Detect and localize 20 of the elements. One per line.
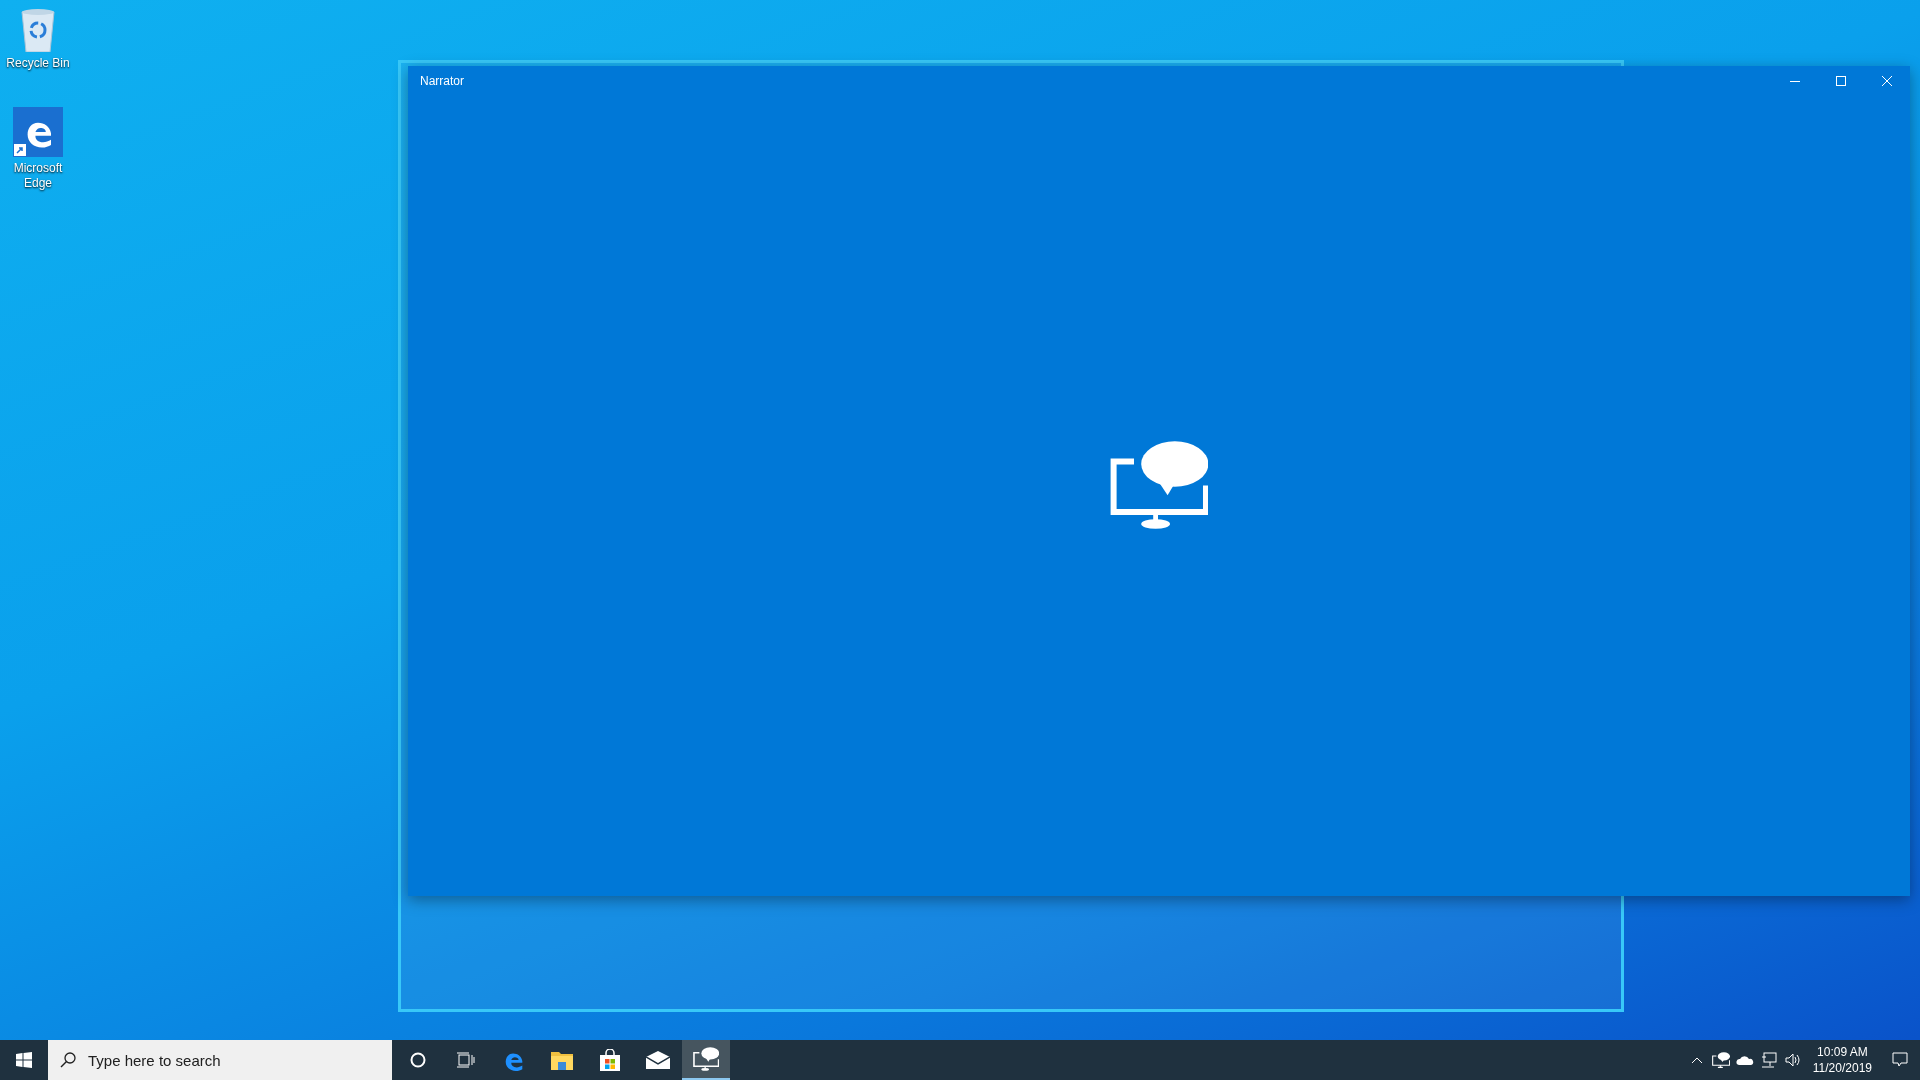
maximize-icon (1836, 76, 1846, 86)
clock[interactable]: 10:09 AM 11/20/2019 (1804, 1044, 1880, 1076)
monitor-bubble-icon (1711, 1051, 1730, 1069)
windows-logo-icon (16, 1052, 32, 1068)
desktop-icon-label[interactable]: Recycle Bin (6, 56, 70, 71)
edge-shortcut-icon (13, 107, 63, 157)
taskbar-app-button[interactable] (682, 1040, 730, 1080)
envelope-icon (646, 1051, 670, 1069)
folder-icon (551, 1050, 573, 1070)
shopping-bag-icon (599, 1049, 621, 1071)
circle-icon (410, 1052, 426, 1068)
search-field[interactable]: Type here to search (48, 1040, 392, 1080)
close-icon (1882, 76, 1892, 86)
desktop-icon-label[interactable]: Microsoft Edge (4, 161, 72, 191)
task-view-icon (457, 1052, 475, 1068)
narrator-logo-icon (1109, 440, 1209, 532)
window-title: Narrator (420, 74, 465, 88)
narrator-icon (692, 1046, 720, 1072)
recycle-bin-icon (18, 8, 58, 52)
search-icon (60, 1052, 76, 1068)
